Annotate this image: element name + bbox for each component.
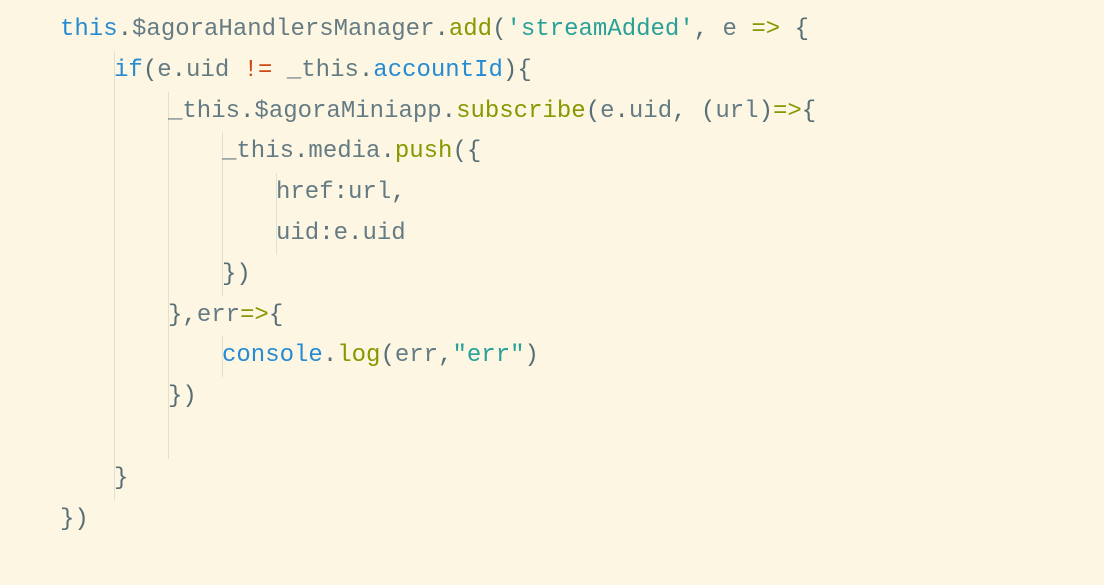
token-property: uid bbox=[362, 220, 405, 247]
token-punct: . bbox=[348, 220, 362, 247]
token-console: console bbox=[222, 342, 323, 369]
token-punct: . bbox=[118, 16, 132, 43]
token-punct: ( bbox=[492, 16, 506, 43]
token-param: _this bbox=[222, 138, 294, 165]
line-content: }) bbox=[60, 506, 89, 533]
token-property: uid bbox=[276, 220, 319, 247]
token-punct bbox=[272, 57, 286, 84]
token-param: e bbox=[723, 16, 737, 43]
token-punct: ) bbox=[759, 98, 773, 125]
token-punct: . bbox=[615, 98, 629, 125]
line-content: if(e.uid != _this.accountId){ bbox=[60, 57, 532, 84]
token-keyword: if bbox=[114, 57, 143, 84]
code-line[interactable]: },err=>{ bbox=[60, 296, 1104, 337]
token-punct: . bbox=[294, 138, 308, 165]
token-param: err bbox=[197, 302, 240, 329]
token-string: "err" bbox=[452, 342, 524, 369]
token-punct: . bbox=[172, 57, 186, 84]
token-punct: }, bbox=[168, 302, 197, 329]
code-line[interactable]: } bbox=[60, 459, 1104, 500]
token-punct: ( bbox=[586, 98, 600, 125]
line-content: href:url, bbox=[60, 179, 406, 206]
token-punct: : bbox=[334, 179, 348, 206]
token-keyword: this bbox=[60, 16, 118, 43]
token-param: e bbox=[157, 57, 171, 84]
indent-guide bbox=[114, 418, 115, 459]
code-line[interactable]: console.log(err,"err") bbox=[60, 336, 1104, 377]
code-line[interactable]: _this.media.push({ bbox=[60, 132, 1104, 173]
token-property: uid bbox=[186, 57, 229, 84]
token-punct: } bbox=[114, 465, 128, 492]
token-punct: ) bbox=[525, 342, 539, 369]
token-operator: => bbox=[751, 16, 780, 43]
token-property: $agoraHandlersManager bbox=[132, 16, 434, 43]
token-operator: => bbox=[773, 98, 802, 125]
token-method: add bbox=[449, 16, 492, 43]
indent-guide bbox=[168, 418, 169, 459]
token-accountProp: accountId bbox=[373, 57, 503, 84]
token-punct bbox=[229, 57, 243, 84]
line-content: }) bbox=[60, 383, 197, 410]
token-property: $agoraMiniapp bbox=[254, 98, 441, 125]
token-punct: { bbox=[802, 98, 816, 125]
token-method: subscribe bbox=[456, 98, 586, 125]
code-line[interactable]: }) bbox=[60, 500, 1104, 541]
token-punct: ){ bbox=[503, 57, 532, 84]
code-line[interactable]: }) bbox=[60, 377, 1104, 418]
token-punct bbox=[737, 16, 751, 43]
token-punct: . bbox=[359, 57, 373, 84]
token-property: href bbox=[276, 179, 334, 206]
line-content: },err=>{ bbox=[60, 302, 283, 329]
token-punct: }) bbox=[168, 383, 197, 410]
token-punct: . bbox=[323, 342, 337, 369]
token-punct: }) bbox=[60, 506, 89, 533]
token-punct: , bbox=[694, 16, 723, 43]
code-line[interactable]: _this.$agoraMiniapp.subscribe(e.uid, (ur… bbox=[60, 92, 1104, 133]
token-param: url bbox=[348, 179, 391, 206]
token-param: _this bbox=[287, 57, 359, 84]
token-string: 'streamAdded' bbox=[507, 16, 694, 43]
token-punct: . bbox=[442, 98, 456, 125]
code-line[interactable]: href:url, bbox=[60, 173, 1104, 214]
token-punct: , ( bbox=[672, 98, 715, 125]
code-line[interactable] bbox=[60, 418, 1104, 459]
token-operator: => bbox=[240, 302, 269, 329]
token-param: e bbox=[600, 98, 614, 125]
token-punct: ({ bbox=[452, 138, 481, 165]
line-content: this.$agoraHandlersManager.add('streamAd… bbox=[60, 16, 809, 43]
token-punct: { bbox=[269, 302, 283, 329]
line-content: _this.$agoraMiniapp.subscribe(e.uid, (ur… bbox=[60, 98, 816, 125]
code-line[interactable]: }) bbox=[60, 255, 1104, 296]
token-param: _this bbox=[168, 98, 240, 125]
token-punct: : bbox=[319, 220, 333, 247]
code-editor[interactable]: this.$agoraHandlersManager.add('streamAd… bbox=[0, 10, 1104, 540]
code-line[interactable]: if(e.uid != _this.accountId){ bbox=[60, 51, 1104, 92]
token-method: push bbox=[395, 138, 453, 165]
token-punct: . bbox=[240, 98, 254, 125]
token-method: log bbox=[337, 342, 380, 369]
token-property: media bbox=[308, 138, 380, 165]
token-notequal: != bbox=[244, 57, 273, 84]
token-param: e bbox=[334, 220, 348, 247]
token-punct: }) bbox=[222, 261, 251, 288]
token-param: err bbox=[395, 342, 438, 369]
token-punct: ( bbox=[143, 57, 157, 84]
token-punct: ( bbox=[380, 342, 394, 369]
code-line[interactable]: this.$agoraHandlersManager.add('streamAd… bbox=[60, 10, 1104, 51]
token-property: uid bbox=[629, 98, 672, 125]
line-content: uid:e.uid bbox=[60, 220, 406, 247]
line-content: } bbox=[60, 465, 128, 492]
line-content: }) bbox=[60, 261, 251, 288]
token-punct: . bbox=[380, 138, 394, 165]
token-punct: { bbox=[780, 16, 809, 43]
token-param: url bbox=[715, 98, 758, 125]
code-line[interactable]: uid:e.uid bbox=[60, 214, 1104, 255]
line-content: console.log(err,"err") bbox=[60, 342, 539, 369]
token-punct: . bbox=[434, 16, 448, 43]
token-punct: , bbox=[391, 179, 405, 206]
token-punct: , bbox=[438, 342, 452, 369]
line-content: _this.media.push({ bbox=[60, 138, 481, 165]
